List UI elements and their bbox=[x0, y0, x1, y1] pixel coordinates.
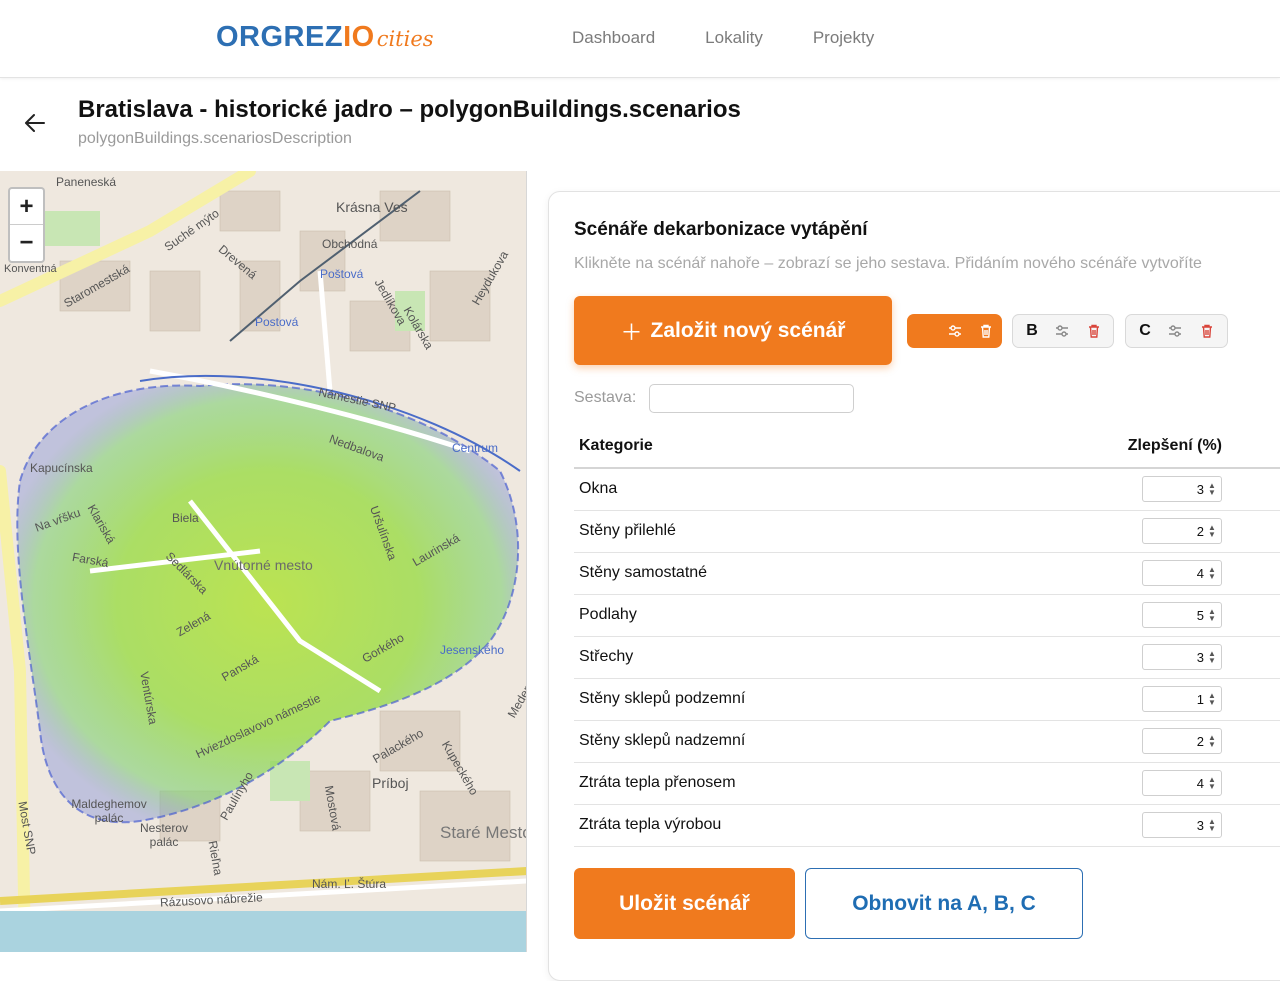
page-title: Bratislava - historické jadro – polygonB… bbox=[78, 96, 741, 123]
panel-hint: Klikněte na scénář nahoře – zobrazí se j… bbox=[574, 255, 1202, 272]
spinner-arrows-icon[interactable]: ▲ ▼ bbox=[1207, 692, 1217, 707]
map-label: Poštová bbox=[320, 267, 364, 281]
map-label: Biela bbox=[172, 511, 199, 525]
plus-icon: ＋ bbox=[620, 319, 643, 345]
category-name: Stěny samostatné bbox=[574, 552, 940, 595]
spinner-arrows-icon[interactable]: ▲ ▼ bbox=[1207, 776, 1217, 791]
sliders-icon[interactable] bbox=[944, 320, 965, 342]
spinner-arrows-icon[interactable]: ▲ ▼ bbox=[1207, 818, 1217, 833]
map-zoom-control: + − bbox=[8, 187, 45, 263]
scenario-chip-c[interactable]: C bbox=[1125, 314, 1228, 348]
zoom-out-button[interactable]: − bbox=[10, 225, 43, 261]
improvement-value: 5 bbox=[1196, 607, 1204, 623]
scenarios-panel: Scénáře dekarbonizace vytápění Klikněte … bbox=[548, 191, 1280, 981]
col-header-improvement: Zlepšení (%) bbox=[939, 424, 1280, 469]
category-name: Ztráta tepla přenosem bbox=[574, 762, 940, 805]
map-label: Staré Mesto bbox=[440, 823, 527, 842]
top-navbar: ORGREZIO cities Dashboard Lokality Proje… bbox=[0, 0, 1280, 78]
improvement-number-input[interactable]: 1 ▲ ▼ bbox=[1142, 686, 1222, 712]
page-subtitle: polygonBuildings.scenariosDescription bbox=[78, 130, 352, 147]
category-name: Okna bbox=[574, 468, 940, 511]
reset-abc-button[interactable]: Obnovit na A, B, C bbox=[805, 868, 1083, 939]
category-name: Stěny přilehlé bbox=[574, 510, 940, 553]
improvement-value: 2 bbox=[1196, 523, 1204, 539]
scenario-chip-a[interactable] bbox=[907, 314, 1002, 348]
trash-icon[interactable] bbox=[1196, 320, 1218, 342]
map-label: Nám. Ľ. Štúra bbox=[312, 877, 387, 891]
map-label: Nesterov palác bbox=[139, 821, 189, 849]
improvement-number-input[interactable]: 2 ▲ ▼ bbox=[1142, 728, 1222, 754]
sestava-input[interactable] bbox=[649, 384, 854, 413]
map-label: Postová bbox=[255, 315, 299, 329]
improvement-value: 4 bbox=[1196, 565, 1204, 581]
table-row: Stěny sklepů nadzemní 2 ▲ ▼ bbox=[574, 720, 1280, 763]
table-row: Střechy 3 ▲ ▼ bbox=[574, 636, 1280, 679]
spinner-arrows-icon[interactable]: ▲ ▼ bbox=[1207, 566, 1217, 581]
improvement-value: 2 bbox=[1196, 733, 1204, 749]
save-scenario-button[interactable]: Uložit scénář bbox=[574, 868, 795, 939]
improvement-number-input[interactable]: 3 ▲ ▼ bbox=[1142, 644, 1222, 670]
category-name: Ztráta tepla výrobou bbox=[574, 804, 940, 847]
spinner-arrows-icon[interactable]: ▲ ▼ bbox=[1207, 650, 1217, 665]
category-name: Stěny sklepů podzemní bbox=[574, 678, 940, 721]
improvement-number-input[interactable]: 3 ▲ ▼ bbox=[1142, 476, 1222, 503]
map-label: Kapucínska bbox=[30, 461, 93, 475]
map-label: Paneneská bbox=[56, 175, 117, 189]
table-row: Ztráta tepla výrobou 3 ▲ ▼ bbox=[574, 804, 1280, 847]
improvement-number-input[interactable]: 3 ▲ ▼ bbox=[1142, 812, 1222, 838]
app-logo[interactable]: ORGREZIO cities bbox=[216, 21, 434, 55]
table-row: Okna 3 ▲ ▼ bbox=[574, 468, 1280, 511]
trash-icon[interactable] bbox=[975, 320, 996, 342]
nav-lokality[interactable]: Lokality bbox=[705, 28, 763, 48]
map-label: Obchodná bbox=[322, 237, 378, 251]
sliders-icon[interactable] bbox=[1051, 320, 1073, 342]
improvement-value: 3 bbox=[1196, 649, 1204, 665]
category-name: Podlahy bbox=[574, 594, 940, 637]
new-scenario-button[interactable]: ＋ Založit nový scénář bbox=[574, 296, 892, 365]
scenario-chip-b[interactable]: B bbox=[1012, 314, 1114, 348]
category-table: Kategorie Zlepšení (%) Okna 3 ▲ ▼ Stěny přil… bbox=[574, 424, 1280, 847]
table-row: Stěny samostatné 4 ▲ ▼ bbox=[574, 552, 1280, 595]
improvement-number-input[interactable]: 4 ▲ ▼ bbox=[1142, 560, 1222, 586]
improvement-number-input[interactable]: 4 ▲ ▼ bbox=[1142, 770, 1222, 796]
sestava-label: Sestava: bbox=[574, 389, 637, 406]
table-row: Ztráta tepla přenosem 4 ▲ ▼ bbox=[574, 762, 1280, 805]
map-label: Príboj bbox=[372, 775, 409, 791]
col-header-category: Kategorie bbox=[574, 424, 940, 469]
improvement-number-input[interactable]: 5 ▲ ▼ bbox=[1142, 602, 1222, 628]
map-label: Centrum bbox=[452, 441, 499, 455]
panel-title: Scénáře dekarbonizace vytápění bbox=[574, 219, 868, 240]
main-nav: Dashboard Lokality Projekty bbox=[572, 28, 874, 48]
map-view[interactable]: Paneneská Suché mýto Krásna Ves Obchodná… bbox=[0, 171, 527, 952]
back-arrow-icon[interactable] bbox=[22, 110, 48, 136]
spinner-arrows-icon[interactable]: ▲ ▼ bbox=[1207, 608, 1217, 623]
category-name: Stěny sklepů nadzemní bbox=[574, 720, 940, 763]
nav-projekty[interactable]: Projekty bbox=[813, 28, 874, 48]
table-row: Stěny sklepů podzemní 1 ▲ ▼ bbox=[574, 678, 1280, 721]
table-row: Stěny přilehlé 2 ▲ ▼ bbox=[574, 510, 1280, 553]
map-label: Krásna Ves bbox=[336, 199, 408, 215]
map-label: Jesenského bbox=[440, 643, 505, 657]
improvement-value: 4 bbox=[1196, 775, 1204, 791]
sliders-icon[interactable] bbox=[1164, 320, 1186, 342]
category-name: Střechy bbox=[574, 636, 940, 679]
map-label: Konventná bbox=[4, 263, 57, 275]
improvement-value: 3 bbox=[1196, 817, 1204, 833]
improvement-number-input[interactable]: 2 ▲ ▼ bbox=[1142, 518, 1222, 544]
improvement-value: 3 bbox=[1196, 481, 1204, 497]
spinner-arrows-icon[interactable]: ▲ ▼ bbox=[1207, 734, 1217, 749]
map-label: Vnútorné mesto bbox=[214, 557, 313, 573]
nav-dashboard[interactable]: Dashboard bbox=[572, 28, 655, 48]
trash-icon[interactable] bbox=[1083, 320, 1105, 342]
zoom-in-button[interactable]: + bbox=[10, 189, 43, 225]
spinner-arrows-icon[interactable]: ▲ ▼ bbox=[1207, 482, 1217, 497]
improvement-value: 1 bbox=[1196, 691, 1204, 707]
table-row: Podlahy 5 ▲ ▼ bbox=[574, 594, 1280, 637]
spinner-arrows-icon[interactable]: ▲ ▼ bbox=[1207, 524, 1217, 539]
